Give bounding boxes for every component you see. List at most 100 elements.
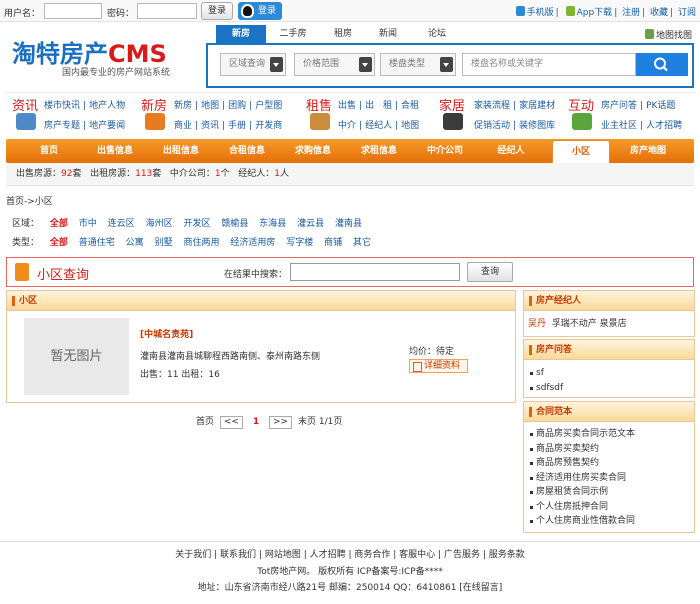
nav-link[interactable]: 手册 <box>228 121 246 131</box>
footer-link[interactable]: 关于我们 <box>175 550 211 560</box>
type-option[interactable]: 商住两用 <box>183 238 219 248</box>
footer-link[interactable]: 服务条款 <box>489 550 525 560</box>
contract-item[interactable]: 商品房买卖合同示范文本 <box>528 427 690 442</box>
footer-link[interactable]: 人才招聘 <box>310 550 346 560</box>
nav-link[interactable]: 房产问答 <box>601 101 637 111</box>
price-select[interactable]: 价格范围 <box>294 53 375 76</box>
contract-item[interactable]: 经济适用住房买卖合同 <box>528 471 690 486</box>
type-select[interactable]: 楼盘类型 <box>380 53 456 76</box>
keyword-input[interactable]: 楼盘名称或关键字 <box>462 53 636 76</box>
footer-link[interactable]: 客服中心 <box>399 550 435 560</box>
nav-link[interactable]: 商业 <box>174 121 192 131</box>
area-option[interactable]: 全部 <box>50 219 68 229</box>
nav-map[interactable]: 房产地图 <box>612 139 684 163</box>
nav-link[interactable]: 业主社区 <box>601 121 637 131</box>
nav-seek-rent[interactable]: 求租信息 <box>346 139 412 163</box>
qq-login-button[interactable]: 登录 <box>238 2 282 20</box>
nav-link[interactable]: 人才招聘 <box>646 121 682 131</box>
site-logo[interactable]: 淘特房产CMS <box>12 34 167 69</box>
area-option[interactable]: 灌南县 <box>335 219 362 229</box>
nav-link[interactable]: 户型图 <box>255 101 282 111</box>
nav-link[interactable]: 团购 <box>228 101 246 111</box>
tab-newhouse[interactable]: 新房 <box>216 25 266 44</box>
cat-xinfang[interactable]: 新房 <box>141 95 167 114</box>
area-select[interactable]: 区域查询 <box>220 53 286 76</box>
tab-secondhand[interactable]: 二手房 <box>268 25 318 44</box>
nav-link[interactable]: 装修图库 <box>519 121 555 131</box>
area-option[interactable]: 开发区 <box>183 219 210 229</box>
detail-button[interactable]: 详细资料 <box>409 359 468 373</box>
qa-item[interactable]: sf <box>528 366 690 381</box>
area-option[interactable]: 连云区 <box>108 219 135 229</box>
nav-link[interactable]: 新房 <box>174 101 192 111</box>
type-option[interactable]: 别墅 <box>155 238 173 248</box>
nav-sale[interactable]: 出售信息 <box>82 139 148 163</box>
contract-item[interactable]: 商品房预售契约 <box>528 456 690 471</box>
tab-news[interactable]: 新闻 <box>363 25 413 44</box>
username-input[interactable] <box>44 3 102 19</box>
nav-share[interactable]: 合租信息 <box>214 139 280 163</box>
nav-buy[interactable]: 求购信息 <box>280 139 346 163</box>
query-search-input[interactable] <box>290 263 460 281</box>
agent-name[interactable]: 吴丹 <box>528 319 546 329</box>
tab-rent[interactable]: 租房 <box>318 25 368 44</box>
map-search-link[interactable]: 地图找图 <box>645 28 692 41</box>
footer-link[interactable]: 商务合作 <box>354 550 390 560</box>
type-option[interactable]: 商铺 <box>324 238 342 248</box>
no-image-placeholder[interactable]: 暂无图片 <box>24 318 129 395</box>
search-button[interactable] <box>636 53 688 76</box>
nav-link[interactable]: 地图 <box>401 121 419 131</box>
cat-jiaju[interactable]: 家居 <box>439 95 465 114</box>
register-link[interactable]: 注册 <box>622 8 640 18</box>
nav-link[interactable]: 楼市快讯 <box>44 101 80 111</box>
footer-link[interactable]: 广告服务 <box>444 550 480 560</box>
nav-link[interactable]: 出售 <box>338 101 356 111</box>
nav-link[interactable]: 房产专题 <box>44 121 80 131</box>
type-option[interactable]: 经济适用房 <box>230 238 275 248</box>
login-button[interactable]: 登录 <box>201 2 233 20</box>
nav-home[interactable]: 首页 <box>16 139 82 163</box>
cat-hudong[interactable]: 互动 <box>568 95 594 114</box>
nav-link[interactable]: 开发商 <box>255 121 282 131</box>
nav-link[interactable]: PK话题 <box>646 101 675 111</box>
nav-community[interactable]: 小区 <box>552 140 610 164</box>
community-title[interactable]: [中城名贵苑] <box>140 327 193 340</box>
password-input[interactable] <box>137 3 197 19</box>
area-option[interactable]: 海州区 <box>146 219 173 229</box>
area-option[interactable]: 东海县 <box>259 219 286 229</box>
nav-link[interactable]: 租 <box>383 101 392 111</box>
cat-zixun[interactable]: 资讯 <box>12 95 38 114</box>
nav-link[interactable]: 中介 <box>338 121 356 131</box>
area-option[interactable]: 灌云县 <box>297 219 324 229</box>
pager-next[interactable]: >> <box>269 416 293 429</box>
nav-link[interactable]: 经纪人 <box>365 121 392 131</box>
contract-item[interactable]: 房屋租赁合同示例 <box>528 485 690 500</box>
pager-first[interactable]: 首页 <box>196 417 214 427</box>
contract-item[interactable]: 个人住房抵押合同 <box>528 500 690 515</box>
nav-agency[interactable]: 中介公司 <box>412 139 478 163</box>
favorite-link[interactable]: 收藏 <box>650 8 668 18</box>
pager-prev[interactable]: << <box>219 416 243 429</box>
nav-link[interactable]: 家居建材 <box>519 101 555 111</box>
area-option[interactable]: 市中 <box>79 219 97 229</box>
app-download-link[interactable]: App下载 <box>577 8 613 18</box>
footer-link[interactable]: 联系我们 <box>220 550 256 560</box>
type-option[interactable]: 普通住宅 <box>79 238 115 248</box>
tab-forum[interactable]: 论坛 <box>412 25 462 44</box>
nav-link[interactable]: 地产人物 <box>89 101 125 111</box>
subscribe-link[interactable]: 订阅 <box>678 8 696 18</box>
area-option[interactable]: 赣榆县 <box>221 219 248 229</box>
contract-item[interactable]: 商品房买卖契约 <box>528 442 690 457</box>
type-option[interactable]: 其它 <box>353 238 371 248</box>
cat-zushou[interactable]: 租售 <box>306 95 332 114</box>
type-option[interactable]: 写字楼 <box>286 238 313 248</box>
nav-link[interactable]: 合租 <box>401 101 419 111</box>
nav-link[interactable]: 资讯 <box>201 121 219 131</box>
nav-rent[interactable]: 出租信息 <box>148 139 214 163</box>
mobile-link[interactable]: 手机版 <box>527 8 554 18</box>
nav-link[interactable]: 地产要闻 <box>89 121 125 131</box>
nav-link[interactable]: 地图 <box>201 101 219 111</box>
pager-last[interactable]: 末页 <box>298 417 316 427</box>
qa-item[interactable]: sdfsdf <box>528 381 690 396</box>
type-option[interactable]: 公寓 <box>126 238 144 248</box>
